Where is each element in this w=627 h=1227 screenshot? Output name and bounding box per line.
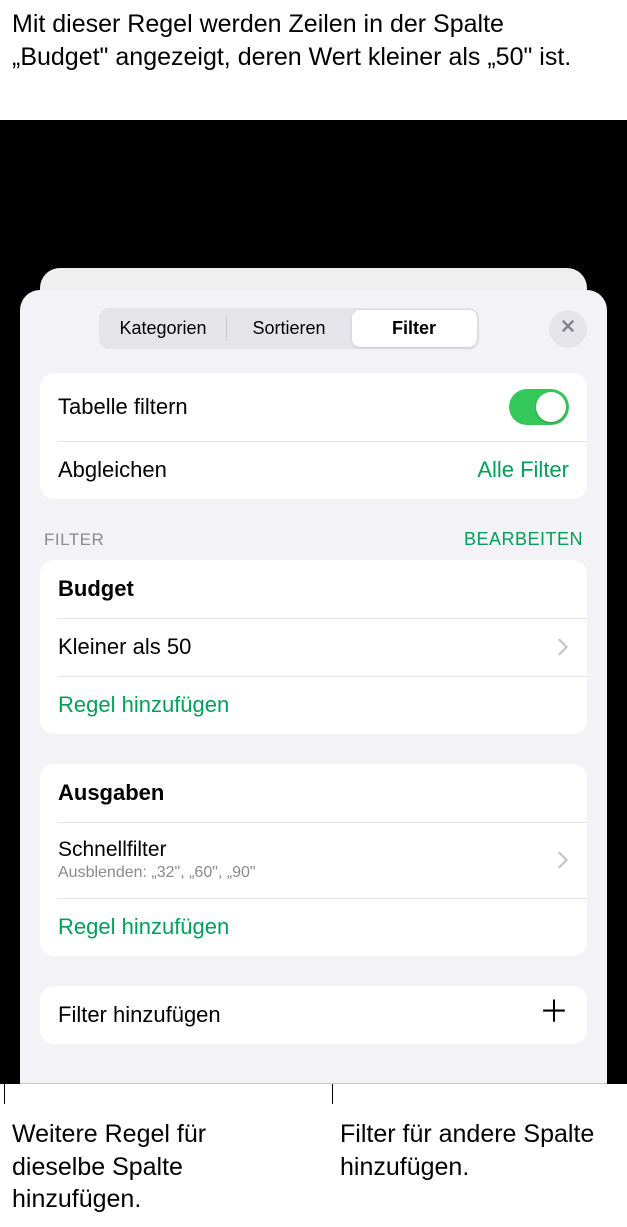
tab-sort[interactable]: Sortieren — [227, 310, 352, 347]
annotation-bottom-right: Filter für andere Spalte hinzufügen. — [340, 1118, 600, 1183]
chevron-right-icon — [557, 851, 569, 869]
filter-table-toggle[interactable] — [509, 389, 569, 425]
toggle-knob — [536, 392, 566, 422]
quickfilter-detail: Ausblenden: „32", „60", „90" — [58, 864, 547, 882]
segmented-control[interactable]: Kategorien Sortieren Filter — [99, 308, 479, 349]
sheet-content: Tabelle filtern Abgleichen Alle Filter F… — [20, 373, 607, 1044]
filter-settings-card: Tabelle filtern Abgleichen Alle Filter — [40, 373, 587, 499]
annotation-top: Mit dieser Regel werden Zeilen in der Sp… — [12, 8, 607, 73]
tab-filter[interactable]: Filter — [352, 310, 477, 347]
filter-group-budget: Budget Kleiner als 50 Regel hinzufügen — [40, 560, 587, 734]
close-button[interactable] — [549, 310, 587, 348]
plus-icon: ＋ — [539, 998, 569, 1028]
expenses-quickfilter-row[interactable]: Schnellfilter Ausblenden: „32", „60", „9… — [40, 822, 587, 898]
match-label: Abgleichen — [58, 457, 477, 483]
budget-add-rule-label: Regel hinzufügen — [58, 692, 229, 718]
close-icon — [560, 318, 576, 339]
match-value: Alle Filter — [477, 457, 569, 483]
add-filter-label: Filter hinzufügen — [58, 1002, 539, 1028]
filter-section-title: Filter — [44, 530, 104, 550]
match-row[interactable]: Abgleichen Alle Filter — [40, 441, 587, 499]
expenses-add-rule-label: Regel hinzufügen — [58, 914, 229, 940]
budget-add-rule-row[interactable]: Regel hinzufügen — [40, 676, 587, 734]
expenses-header-row: Ausgaben — [40, 764, 587, 822]
quickfilter-label: Schnellfilter — [58, 838, 547, 862]
add-filter-row[interactable]: Filter hinzufügen ＋ — [40, 986, 587, 1044]
filter-group-expenses: Ausgaben Schnellfilter Ausblenden: „32",… — [40, 764, 587, 956]
budget-header-row: Budget — [40, 560, 587, 618]
budget-title: Budget — [58, 576, 569, 602]
filter-section-header: Filter Bearbeiten — [40, 529, 587, 560]
filter-edit-button[interactable]: Bearbeiten — [464, 529, 583, 550]
filter-table-label: Tabelle filtern — [58, 394, 509, 420]
bottom-divider — [20, 1083, 607, 1084]
filter-table-row: Tabelle filtern — [40, 373, 587, 441]
device-frame: Kategorien Sortieren Filter Tab — [0, 120, 627, 1084]
budget-rule-row[interactable]: Kleiner als 50 — [40, 618, 587, 676]
add-filter-card: Filter hinzufügen ＋ — [40, 986, 587, 1044]
expenses-add-rule-row[interactable]: Regel hinzufügen — [40, 898, 587, 956]
expenses-title: Ausgaben — [58, 780, 569, 806]
filter-sheet: Kategorien Sortieren Filter Tab — [20, 290, 607, 1084]
tab-categories[interactable]: Kategorien — [101, 310, 226, 347]
annotation-bottom-left: Weitere Regel für dieselbe Spalte hinzuf… — [12, 1118, 292, 1216]
chevron-right-icon — [557, 638, 569, 656]
sheet-header: Kategorien Sortieren Filter — [20, 290, 607, 361]
budget-rule-label: Kleiner als 50 — [58, 634, 547, 660]
